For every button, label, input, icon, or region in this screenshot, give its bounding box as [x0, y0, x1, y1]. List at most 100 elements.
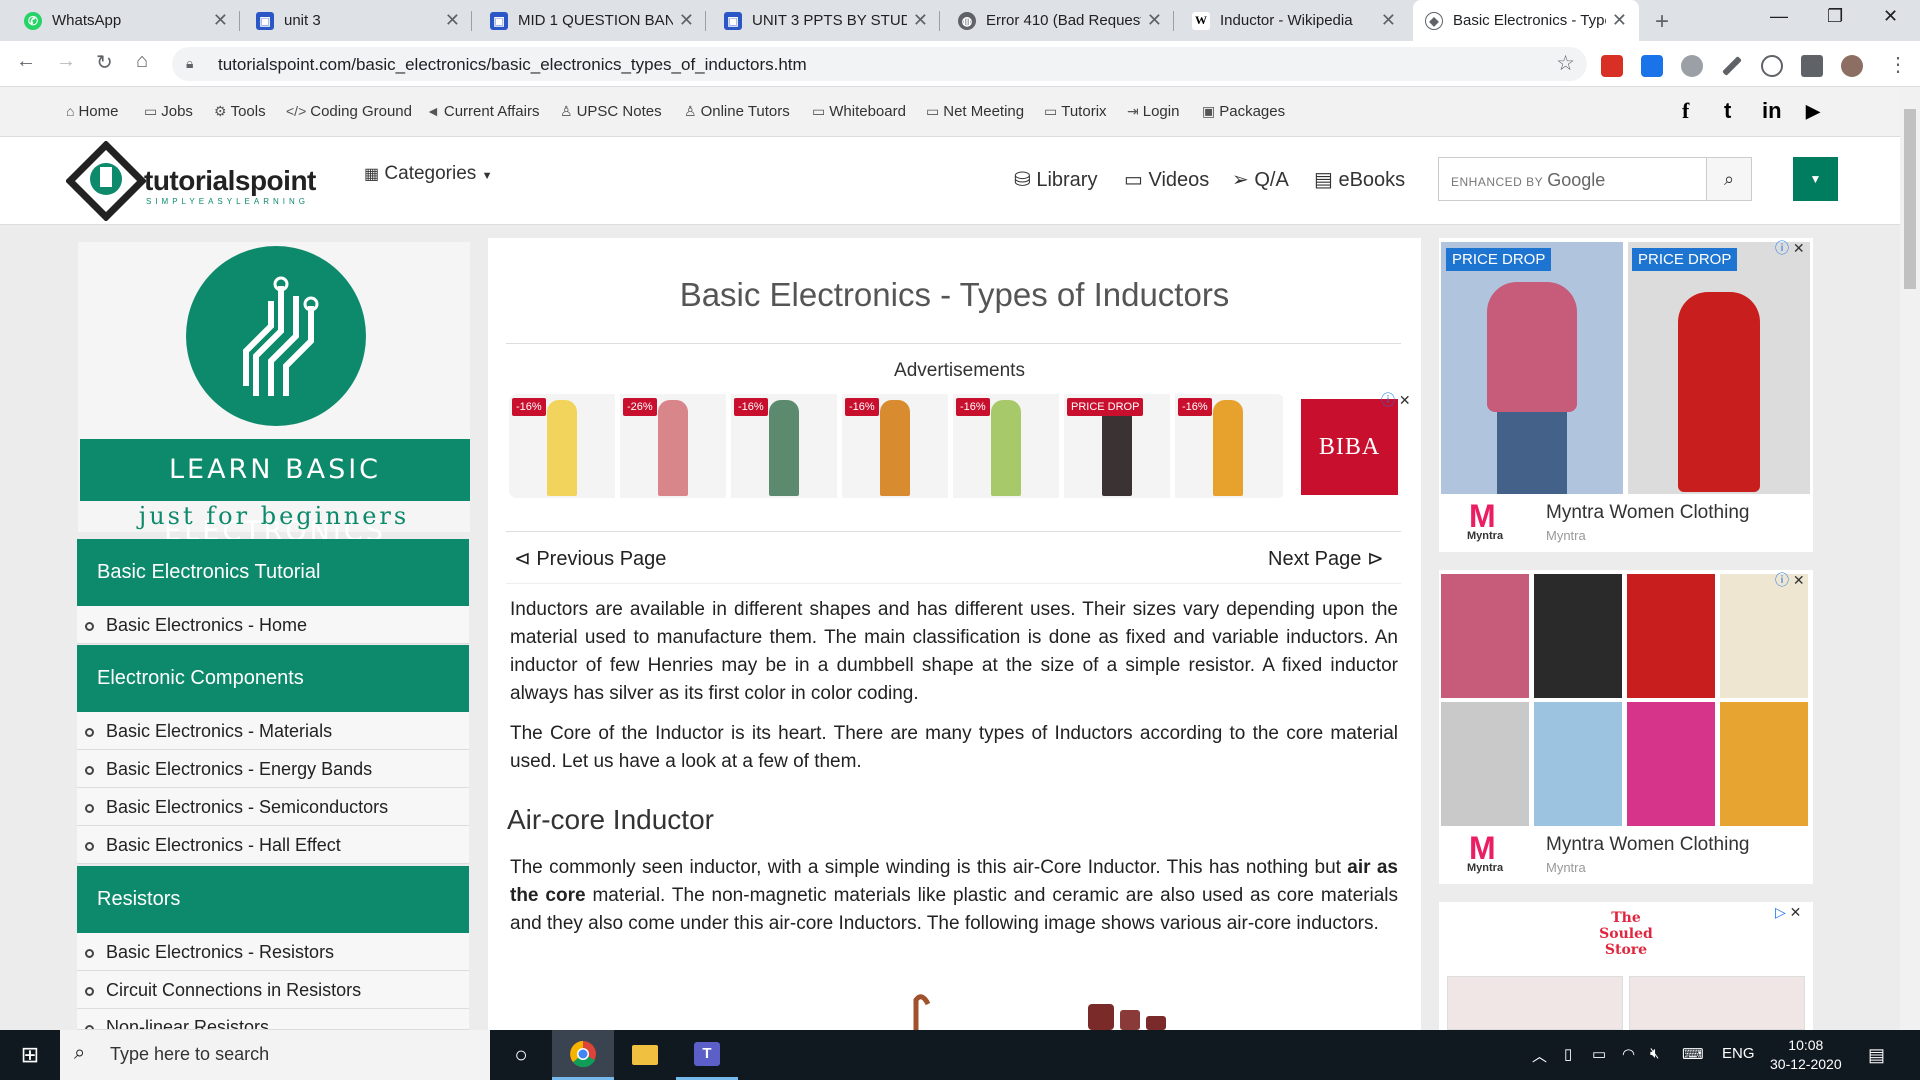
sidebar-section-resistors[interactable]: Resistors [77, 866, 469, 933]
search-button[interactable]: ⌕ [1706, 157, 1752, 201]
minimize-button[interactable]: — [1770, 6, 1788, 27]
page-scrollbar[interactable] [1900, 87, 1920, 1030]
new-tab-button[interactable]: + [1655, 8, 1669, 36]
ad-product[interactable]: -16% [509, 394, 617, 498]
volume-muted-icon[interactable]: 🔇︎ [1650, 1045, 1659, 1062]
ad-product[interactable]: -16% [1175, 394, 1283, 498]
screen-extension-icon[interactable] [1641, 55, 1663, 77]
tab-basic-electronics[interactable]: ◆ Basic Electronics - Type ✕ [1413, 0, 1639, 41]
keyboard-icon[interactable]: ⌨ [1682, 1045, 1704, 1063]
home-icon[interactable]: ⌂ [136, 50, 148, 73]
puzzle-extensions-icon[interactable] [1801, 55, 1823, 77]
close-icon[interactable]: ✕ [445, 10, 460, 31]
myntra-ad-1[interactable]: PRICE DROP PRICE DROP ⓘ ✕ M Myntra Myntr… [1439, 238, 1813, 552]
close-icon[interactable]: ✕ [213, 10, 228, 31]
back-button[interactable]: ← [16, 50, 36, 73]
close-icon[interactable]: ✕ [1612, 10, 1627, 31]
notifications-icon[interactable]: ▤ [1868, 1045, 1885, 1066]
url-text[interactable]: tutorialspoint.com/basic_electronics/bas… [218, 55, 807, 75]
nav-packages[interactable]: ▣ Packages [1202, 103, 1285, 120]
browser-menu-icon[interactable]: ⋮ [1888, 52, 1908, 77]
biba-ad-logo[interactable]: BIBA [1301, 399, 1398, 495]
next-page-link[interactable]: Next Page ⊳ [1268, 546, 1384, 571]
wifi-icon[interactable]: ◠ [1622, 1045, 1635, 1063]
nav-whiteboard[interactable]: ▭ Whiteboard [812, 103, 906, 120]
previous-page-link[interactable]: ⊲ Previous Page [514, 546, 666, 571]
ad-product[interactable]: -16% [842, 394, 950, 498]
ad-product[interactable]: -16% [953, 394, 1061, 498]
nav-qa[interactable]: ➢ Q/A [1232, 167, 1289, 192]
sidebar-item[interactable]: Basic Electronics - Home [77, 606, 469, 644]
twitter-icon[interactable]: t [1724, 98, 1731, 124]
close-icon[interactable]: ✕ [1147, 10, 1162, 31]
ad-product-strip[interactable]: -16% -26% -16% -16% -16% PRICE DROP -16% [509, 394, 1285, 498]
close-icon[interactable]: ✕ [679, 10, 694, 31]
reload-button[interactable]: ↻ [96, 50, 113, 75]
tab-unit3[interactable]: ▣ unit 3 ✕ [244, 0, 472, 41]
battery-icon[interactable]: ▭ [1592, 1045, 1606, 1063]
tab-error410[interactable]: ◍ Error 410 (Bad Request ✕ [946, 0, 1174, 41]
tab-mid1[interactable]: ▣ MID 1 QUESTION BAN ✕ [478, 0, 706, 41]
task-view-icon[interactable]: ○ [490, 1030, 552, 1080]
nav-current-affairs[interactable]: ◄ Current Affairs [426, 103, 539, 120]
ad-choices-icon[interactable]: ⓘ ✕ [1775, 238, 1805, 258]
nav-net-meeting[interactable]: ▭ Net Meeting [926, 103, 1024, 120]
nav-tools[interactable]: ⚙ Tools [214, 103, 266, 120]
pdf-extension-icon[interactable] [1601, 55, 1623, 77]
nav-home[interactable]: ⌂ Home [66, 103, 118, 120]
close-window-button[interactable]: ✕ [1883, 6, 1898, 27]
maximize-button[interactable]: ❐ [1827, 6, 1843, 27]
sidebar-item[interactable]: Basic Electronics - Resistors [77, 933, 469, 971]
bookmark-star-icon[interactable]: ☆ [1556, 51, 1575, 76]
taskbar-search[interactable]: ⌕ Type here to search [60, 1030, 490, 1080]
nav-library[interactable]: ⛁ Library [1014, 167, 1097, 192]
nav-jobs[interactable]: ▭ Jobs [144, 103, 193, 120]
ad-product[interactable]: -26% [620, 394, 728, 498]
windows-start-icon[interactable]: ⊞ [0, 1030, 60, 1080]
nav-upsc-notes[interactable]: ♙ UPSC Notes [560, 103, 662, 120]
teams-taskbar-icon[interactable]: T [676, 1030, 738, 1080]
lock-icon[interactable]: 🔒︎ [186, 55, 193, 72]
close-ad-icon[interactable]: ✕ [1793, 572, 1805, 588]
nav-coding-ground[interactable]: </> Coding Ground [286, 103, 412, 120]
myntra-ad-2[interactable]: ⓘ ✕ M Myntra Myntra Women Clothing Myntr… [1439, 570, 1813, 884]
scrollbar-thumb[interactable] [1904, 109, 1916, 289]
close-icon[interactable]: ✕ [1381, 10, 1396, 31]
ad-product[interactable]: -16% [731, 394, 839, 498]
camera-extension-icon[interactable] [1681, 55, 1703, 77]
nav-login[interactable]: ⇥ Login [1127, 103, 1179, 120]
ad-choices-icon[interactable]: ⓘ ✕ [1775, 570, 1805, 590]
close-ad-icon[interactable]: ✕ [1793, 240, 1805, 256]
chevron-up-icon[interactable]: ︿ [1532, 1045, 1547, 1066]
tab-wikipedia[interactable]: W Inductor - Wikipedia ✕ [1180, 0, 1408, 41]
tutorialspoint-logo[interactable]: tutorialspoint SIMPLYEASYLEARNING [65, 140, 336, 222]
ad-choices-icon[interactable]: ⓘ ✕ [1381, 390, 1411, 410]
site-search[interactable]: ENHANCED BY Google [1438, 157, 1708, 201]
nav-ebooks[interactable]: ▤ eBooks [1314, 167, 1405, 192]
linkedin-icon[interactable]: in [1762, 98, 1782, 124]
nav-tutorix[interactable]: ▭ Tutorix [1044, 103, 1107, 120]
system-clock[interactable]: 10:08 30-12-2020 [1770, 1036, 1842, 1074]
device-icon[interactable]: ▯ [1564, 1045, 1572, 1063]
extension-icon[interactable] [1761, 55, 1783, 77]
sidebar-item[interactable]: Non-linear Resistors [77, 1009, 469, 1030]
tab-whatsapp[interactable]: ✆ WhatsApp ✕ [12, 0, 240, 41]
nav-online-tutors[interactable]: ♙ Online Tutors [684, 103, 790, 120]
sidebar-section-components[interactable]: Electronic Components [77, 645, 469, 712]
close-ad-icon[interactable]: ✕ [1399, 392, 1411, 408]
menu-dropdown-button[interactable]: ▼ [1793, 157, 1838, 201]
nav-videos[interactable]: ▭ Videos [1124, 167, 1209, 192]
address-bar[interactable]: 🔒︎ tutorialspoint.com/basic_electronics/… [172, 47, 1587, 81]
chrome-taskbar-icon[interactable] [552, 1030, 614, 1080]
forward-button[interactable]: → [56, 50, 76, 73]
close-icon[interactable]: ✕ [913, 10, 928, 31]
close-ad-icon[interactable]: ✕ [1790, 904, 1802, 920]
sidebar-item[interactable]: Basic Electronics - Semiconductors [77, 788, 469, 826]
sidebar-section-tutorial[interactable]: Basic Electronics Tutorial [77, 539, 469, 606]
categories-dropdown[interactable]: ▦ Categories ▼ [364, 163, 492, 185]
sidebar-item[interactable]: Basic Electronics - Materials [77, 712, 469, 750]
souled-store-ad[interactable]: ▷ ✕ The Souled Store [1439, 902, 1813, 1030]
search-input[interactable] [1439, 158, 1706, 200]
profile-avatar[interactable] [1841, 55, 1863, 77]
sidebar-item[interactable]: Circuit Connections in Resistors [77, 971, 469, 1009]
